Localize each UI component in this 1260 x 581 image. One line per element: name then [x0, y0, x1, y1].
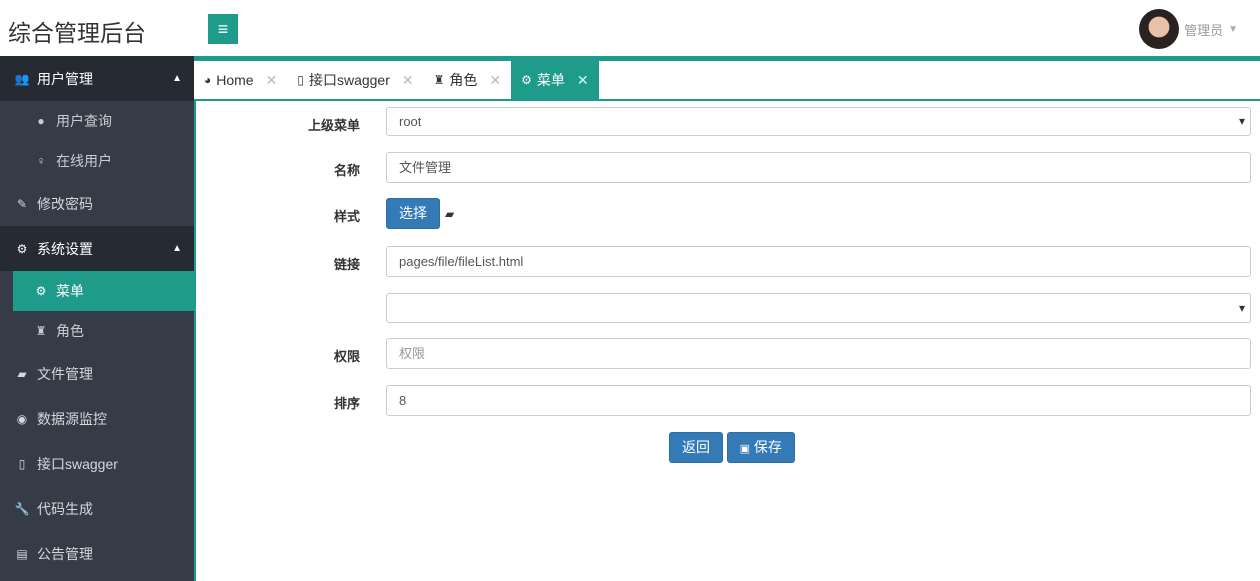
- sidebar-item-system-settings[interactable]: ⚙ 系统设置 ▲: [0, 226, 194, 271]
- back-button[interactable]: 返回: [669, 432, 723, 463]
- folder-open-icon: ▰: [17, 366, 27, 381]
- sidebar-item-online-users[interactable]: ♀ 在线用户: [0, 141, 194, 181]
- tab-home[interactable]: ◕ Home ✕: [194, 61, 287, 99]
- eye-icon: ◉: [16, 411, 28, 426]
- save-icon: ▣: [739, 443, 751, 455]
- app-title: 综合管理后台: [8, 20, 146, 46]
- name-input[interactable]: 文件管理: [386, 152, 1251, 183]
- sidebar: 👥 用户管理 ▲ ● 用户查询 ♀ 在线用户 ✎ 修改密码 ⚙ 系统设置 ▲ ⚙ 菜单 ♜ 角色 …: [0, 56, 194, 581]
- close-icon[interactable]: ✕: [266, 72, 278, 89]
- caret-up-icon: ▲: [172, 73, 182, 84]
- tab-bar: ◕ Home ✕ ▯ 接口swagger ✕ ♜ 角色 ✕ ⚙ 菜单 ✕: [194, 56, 1260, 101]
- content-border: [194, 56, 196, 581]
- link-input[interactable]: pages/file/fileList.html: [386, 246, 1251, 277]
- sidebar-item-menu[interactable]: ⚙ 菜单: [13, 271, 194, 311]
- user-menu[interactable]: 管理员 ▼: [1139, 9, 1238, 49]
- save-button[interactable]: ▣ 保存: [726, 432, 795, 463]
- tab-swagger[interactable]: ▯ 接口swagger ✕: [287, 61, 423, 99]
- sort-label: 排序: [333, 396, 360, 411]
- close-icon[interactable]: ✕: [489, 72, 501, 89]
- form-actions: 返回 ▣ 保存: [669, 432, 795, 463]
- sidebar-toggle-button[interactable]: ≡: [208, 14, 238, 44]
- edit-icon: ✎: [16, 196, 28, 211]
- folder-open-icon: ▰: [445, 207, 455, 221]
- file-pdf-icon: ▯: [297, 73, 304, 87]
- gears-icon: ⚙: [16, 241, 28, 256]
- user-name: 管理员: [1184, 22, 1224, 38]
- permission-label: 权限: [333, 349, 360, 364]
- user-secret-icon: ♜: [433, 73, 445, 87]
- header: 综合管理后台 ≡ 管理员 ▼: [0, 0, 1260, 56]
- sidebar-item-swagger[interactable]: ▯ 接口swagger: [0, 441, 194, 486]
- file-pdf-icon: ▯: [18, 456, 26, 471]
- sidebar-item-user-management[interactable]: 👥 用户管理 ▲: [0, 56, 194, 101]
- close-icon[interactable]: ✕: [402, 72, 414, 89]
- avatar: [1139, 9, 1180, 49]
- choose-icon-button[interactable]: 选择: [386, 198, 440, 229]
- sidebar-item-file-management[interactable]: ▰ 文件管理: [0, 351, 194, 396]
- user-secret-icon: ♜: [35, 324, 47, 338]
- caret-up-icon: ▲: [172, 243, 182, 254]
- permission-input[interactable]: 权限: [386, 338, 1251, 369]
- close-icon[interactable]: ✕: [577, 72, 589, 89]
- sidebar-item-role[interactable]: ♜ 角色: [0, 311, 194, 351]
- parent-menu-label: 上级菜单: [307, 118, 360, 133]
- tab-role[interactable]: ♜ 角色 ✕: [424, 61, 512, 99]
- gear-icon: ⚙: [35, 284, 47, 298]
- sort-input[interactable]: 8: [386, 385, 1251, 416]
- wrench-icon: 🔧: [14, 501, 30, 516]
- sidebar-item-code-gen[interactable]: 🔧 代码生成: [0, 486, 194, 531]
- male-icon: ♀: [36, 154, 46, 168]
- sidebar-item-notice[interactable]: ▤ 公告管理: [0, 531, 194, 576]
- type-select[interactable]: [386, 293, 1251, 323]
- users-icon: 👥: [14, 71, 30, 86]
- user-icon: ●: [37, 114, 45, 128]
- caret-down-icon: ▼: [1228, 23, 1238, 35]
- parent-menu-select[interactable]: root: [386, 107, 1251, 136]
- sidebar-item-datasource-monitor[interactable]: ◉ 数据源监控: [0, 396, 194, 441]
- name-label: 名称: [333, 163, 360, 178]
- link-label: 链接: [333, 257, 360, 272]
- book-icon: ▤: [16, 546, 28, 561]
- sidebar-item-user-query[interactable]: ● 用户查询: [0, 101, 194, 141]
- dashboard-icon: ◕: [204, 73, 212, 87]
- sidebar-item-change-password[interactable]: ✎ 修改密码: [0, 181, 194, 226]
- style-label: 样式: [333, 209, 360, 224]
- tab-menu[interactable]: ⚙ 菜单 ✕: [511, 61, 599, 99]
- gear-icon: ⚙: [521, 73, 532, 87]
